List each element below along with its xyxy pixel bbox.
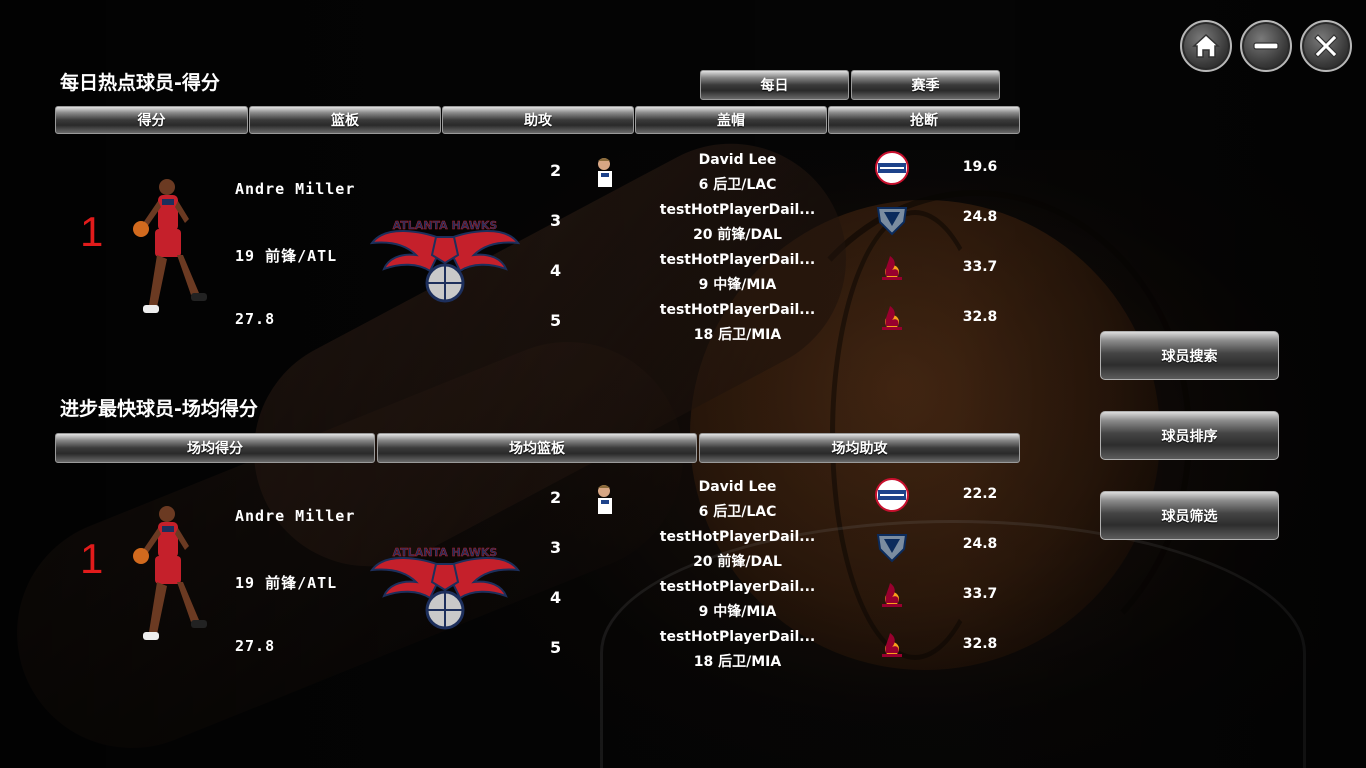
tab-blocks[interactable]: 盖帽 <box>635 106 827 134</box>
mavericks-logo <box>876 534 908 563</box>
rank-number: 4 <box>550 261 562 280</box>
list-item[interactable]: 3 testHotPlayerDail... 20 前锋/DAL 24.8 <box>540 529 1010 580</box>
heat-logo <box>882 256 902 280</box>
player-photo[interactable] <box>125 502 215 652</box>
list-item[interactable]: 4 testHotPlayerDail... 9 中锋/MIA 33.7 <box>540 579 1010 630</box>
hawks-logo-text: ATLANTA HAWKS <box>393 219 498 232</box>
stat-value: 19.6 <box>962 159 998 175</box>
player-name[interactable]: testHotPlayerDail... <box>650 579 825 595</box>
top-player-name[interactable]: Andre Miller <box>235 507 355 525</box>
hawks-logo: ATLANTA HAWKS <box>370 219 520 303</box>
top-player-value: 27.8 <box>235 310 276 328</box>
player-thumbnail <box>598 485 612 514</box>
heat-logo <box>882 583 902 607</box>
player-name[interactable]: testHotPlayerDail... <box>650 302 825 318</box>
tab-season[interactable]: 赛季 <box>851 70 1000 100</box>
player-info: 6 后卫/LAC <box>698 504 777 520</box>
player-filter-button[interactable]: 球员筛选 <box>1100 491 1279 540</box>
tab-avg-rebounds[interactable]: 场均篮板 <box>377 433 697 463</box>
player-info: 18 后卫/MIA <box>693 654 782 670</box>
stat-value: 24.8 <box>962 536 998 552</box>
player-name[interactable]: David Lee <box>650 152 825 168</box>
player-name[interactable]: testHotPlayerDail... <box>650 252 825 268</box>
player-sort-button[interactable]: 球员排序 <box>1100 411 1279 460</box>
heat-logo <box>882 306 902 330</box>
player-name[interactable]: David Lee <box>650 479 825 495</box>
rank-number: 4 <box>550 588 562 607</box>
home-button[interactable] <box>1180 20 1232 72</box>
close-button[interactable] <box>1300 20 1352 72</box>
daily-hot-title: 每日热点球员-得分 <box>60 72 220 94</box>
tab-steals[interactable]: 抢断 <box>828 106 1020 134</box>
player-search-button[interactable]: 球员搜索 <box>1100 331 1279 380</box>
rank-number: 5 <box>550 638 562 657</box>
player-thumbnail <box>598 158 612 187</box>
top-rank-number: 1 <box>80 208 104 255</box>
most-improved-title: 进步最快球员-场均得分 <box>60 398 258 420</box>
player-info: 9 中锋/MIA <box>698 277 777 293</box>
player-info: 6 后卫/LAC <box>698 177 777 193</box>
clippers-logo <box>875 478 909 512</box>
top-rank-number: 1 <box>80 535 104 582</box>
list-item[interactable]: 3 testHotPlayerDail... 20 前锋/DAL 24.8 <box>540 202 1010 253</box>
tab-assists[interactable]: 助攻 <box>442 106 634 134</box>
minimize-button[interactable] <box>1240 20 1292 72</box>
stat-value: 33.7 <box>962 586 998 602</box>
player-info: 9 中锋/MIA <box>698 604 777 620</box>
player-name[interactable]: testHotPlayerDail... <box>650 202 825 218</box>
list-item[interactable]: 5 testHotPlayerDail... 18 后卫/MIA 32.8 <box>540 302 1010 353</box>
player-name[interactable]: testHotPlayerDail... <box>650 629 825 645</box>
player-name[interactable]: testHotPlayerDail... <box>650 529 825 545</box>
minimize-icon <box>1253 42 1279 50</box>
stat-value: 24.8 <box>962 209 998 225</box>
hawks-logo-text: ATLANTA HAWKS <box>393 546 498 559</box>
close-icon <box>1314 34 1338 58</box>
heat-logo <box>882 633 902 657</box>
home-icon <box>1192 33 1220 58</box>
list-item[interactable]: 2 David Lee 6 后卫/LAC 19.6 <box>540 151 1010 203</box>
top-player-info: 19 前锋/ATL <box>235 574 338 592</box>
mavericks-logo <box>876 207 908 236</box>
list-item[interactable]: 4 testHotPlayerDail... 9 中锋/MIA 33.7 <box>540 252 1010 303</box>
player-info: 20 前锋/DAL <box>693 227 782 243</box>
list-item[interactable]: 5 testHotPlayerDail... 18 后卫/MIA 32.8 <box>540 629 1010 680</box>
clippers-logo <box>875 151 909 185</box>
rank-number: 3 <box>550 211 562 230</box>
top-player-name[interactable]: Andre Miller <box>235 180 355 198</box>
stat-value: 32.8 <box>962 636 998 652</box>
player-photo[interactable] <box>125 175 215 325</box>
stat-value: 22.2 <box>962 486 998 502</box>
top-player-value: 27.8 <box>235 637 276 655</box>
rank-number: 2 <box>550 488 562 507</box>
tab-rebounds[interactable]: 篮板 <box>249 106 441 134</box>
player-info: 18 后卫/MIA <box>693 327 782 343</box>
rank-number: 3 <box>550 538 562 557</box>
list-item[interactable]: 2 David Lee 6 后卫/LAC 22.2 <box>540 478 1010 530</box>
stat-value: 33.7 <box>962 259 998 275</box>
stat-value: 32.8 <box>962 309 998 325</box>
tab-points[interactable]: 得分 <box>55 106 248 134</box>
rank-number: 5 <box>550 311 562 330</box>
rank-number: 2 <box>550 161 562 180</box>
tab-avg-points[interactable]: 场均得分 <box>55 433 375 463</box>
tab-avg-assists[interactable]: 场均助攻 <box>699 433 1020 463</box>
hawks-logo: ATLANTA HAWKS <box>370 546 520 630</box>
tab-daily[interactable]: 每日 <box>700 70 849 100</box>
top-player-info: 19 前锋/ATL <box>235 247 338 265</box>
player-info: 20 前锋/DAL <box>693 554 782 570</box>
